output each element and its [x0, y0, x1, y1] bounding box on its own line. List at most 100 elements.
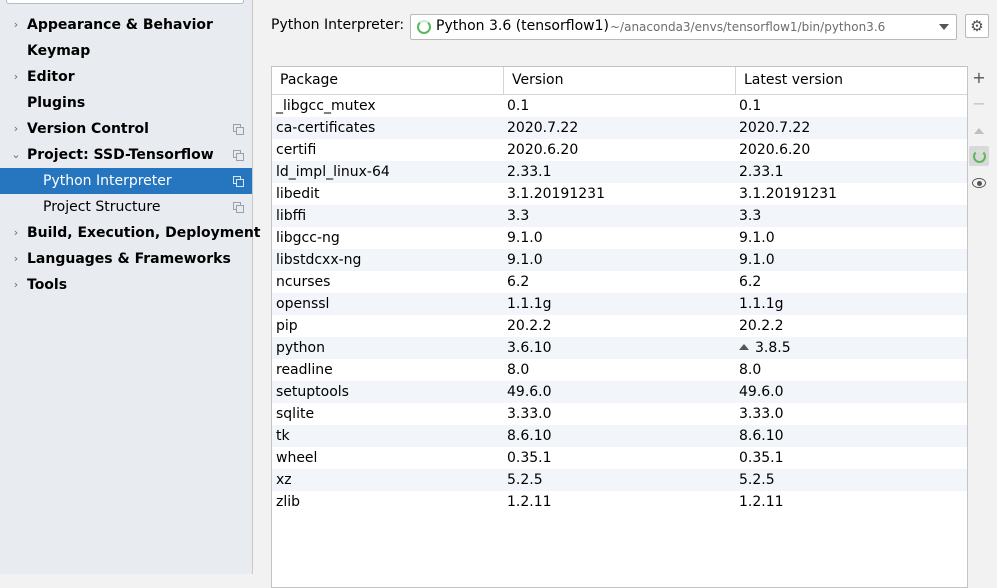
table-row[interactable]: libffi 3.3 3.3 — [272, 205, 967, 227]
package-name-cell-text: wheel — [276, 450, 318, 466]
sidebar-item-editor[interactable]: › Editor — [0, 64, 252, 90]
version-cell-text: 49.6.0 — [507, 384, 552, 400]
table-row[interactable]: readline 8.0 8.0 — [272, 359, 967, 381]
chevron-right-icon[interactable]: › — [10, 272, 22, 298]
chevron-right-icon[interactable]: › — [10, 64, 22, 90]
package-name-cell-text: ncurses — [276, 274, 331, 290]
latest-version-cell-text: 9.1.0 — [739, 230, 775, 246]
table-row[interactable]: certifi 2020.6.20 2020.6.20 — [272, 139, 967, 161]
latest-version-cell: 8.0 — [739, 359, 761, 381]
package-toolbar: + − — [966, 66, 992, 586]
latest-version-cell-text: 1.1.1g — [739, 296, 784, 312]
latest-version-cell-text: 3.1.20191231 — [739, 186, 837, 202]
latest-version-cell-text: 2020.6.20 — [739, 142, 811, 158]
sidebar-item-version-control[interactable]: › Version Control — [0, 116, 252, 142]
table-row[interactable]: ld_impl_linux-64 2.33.1 2.33.1 — [272, 161, 967, 183]
minus-icon: − — [972, 94, 986, 113]
sidebar-item-label: Keymap — [27, 43, 91, 59]
table-row[interactable]: libstdcxx-ng 9.1.0 9.1.0 — [272, 249, 967, 271]
sidebar-item-tools[interactable]: › Tools — [0, 272, 252, 298]
version-cell-text: 3.3 — [507, 208, 530, 224]
chevron-down-icon[interactable]: ⌄ — [10, 142, 22, 168]
version-cell: 3.1.20191231 — [507, 183, 605, 205]
refresh-packages-button[interactable] — [969, 146, 989, 166]
package-table: Package Version Latest version _libgcc_m… — [271, 66, 968, 588]
loading-spinner-icon — [417, 20, 431, 34]
install-package-button[interactable]: + — [969, 68, 989, 88]
version-cell-text: 8.6.10 — [507, 428, 552, 444]
version-cell: 8.0 — [507, 359, 529, 381]
plus-icon: + — [972, 68, 986, 87]
package-name-cell: wheel — [276, 447, 317, 469]
version-cell: 3.6.10 — [507, 337, 552, 359]
version-cell: 3.33.0 — [507, 403, 552, 425]
column-header-latest-version[interactable]: Latest version — [735, 67, 968, 94]
package-name-cell-text: openssl — [276, 296, 330, 312]
column-header-version[interactable]: Version — [503, 67, 735, 94]
version-cell-text: 1.2.11 — [507, 494, 552, 510]
table-row[interactable]: zlib 1.2.11 1.2.11 — [272, 491, 967, 513]
sidebar-item-plugins[interactable]: Plugins — [0, 90, 252, 116]
table-row[interactable]: ca-certificates 2020.7.22 2020.7.22 — [272, 117, 967, 139]
version-cell-text: 3.33.0 — [507, 406, 552, 422]
table-row[interactable]: xz 5.2.5 5.2.5 — [272, 469, 967, 491]
sidebar-item-keymap[interactable]: Keymap — [0, 38, 252, 64]
settings-search-input[interactable] — [6, 0, 244, 4]
sidebar-item-project-structure[interactable]: Project Structure — [0, 194, 252, 220]
version-cell-text: 0.1 — [507, 98, 530, 114]
interpreter-select[interactable]: Python 3.6 (tensorflow1) ~/anaconda3/env… — [410, 14, 957, 40]
version-cell: 20.2.2 — [507, 315, 552, 337]
interpreter-settings-button[interactable]: ⚙ — [965, 14, 989, 38]
latest-version-cell: 6.2 — [739, 271, 761, 293]
latest-version-cell: 8.6.10 — [739, 425, 784, 447]
table-row[interactable]: libgcc-ng 9.1.0 9.1.0 — [272, 227, 967, 249]
latest-version-cell-text: 20.2.2 — [739, 318, 784, 334]
table-row[interactable]: libedit 3.1.20191231 3.1.20191231 — [272, 183, 967, 205]
table-row[interactable]: python 3.6.10 3.8.5 — [272, 337, 967, 359]
package-name-cell-text: zlib — [276, 494, 301, 510]
version-cell: 6.2 — [507, 271, 529, 293]
version-cell-text: 20.2.2 — [507, 318, 552, 334]
latest-version-cell-text: 49.6.0 — [739, 384, 784, 400]
version-cell-text: 1.1.1g — [507, 296, 552, 312]
show-early-releases-button[interactable] — [969, 172, 989, 192]
table-row[interactable]: sqlite 3.33.0 3.33.0 — [272, 403, 967, 425]
package-name-cell-text: ca-certificates — [276, 120, 376, 136]
version-cell: 2.33.1 — [507, 161, 552, 183]
latest-version-cell-text: 3.8.5 — [755, 340, 791, 356]
version-cell-text: 6.2 — [507, 274, 530, 290]
package-name-cell: certifi — [276, 139, 316, 161]
table-row[interactable]: _libgcc_mutex 0.1 0.1 — [272, 95, 967, 117]
chevron-right-icon[interactable]: › — [10, 12, 22, 38]
sidebar-item-label: Build, Execution, Deployment — [27, 225, 261, 241]
sidebar-item-project-ssd-tensorflow[interactable]: ⌄ Project: SSD-Tensorflow — [0, 142, 252, 168]
sidebar-item-build-execution-deployment[interactable]: › Build, Execution, Deployment — [0, 220, 261, 246]
latest-version-cell: 3.3 — [739, 205, 761, 227]
sidebar-item-appearance-behavior[interactable]: › Appearance & Behavior — [0, 12, 252, 38]
sidebar-item-label: Editor — [27, 69, 75, 85]
latest-version-cell-text: 2.33.1 — [739, 164, 784, 180]
table-row[interactable]: pip 20.2.2 20.2.2 — [272, 315, 967, 337]
package-name-cell-text: readline — [276, 362, 333, 378]
uninstall-package-button[interactable]: − — [969, 94, 989, 114]
package-name-cell: readline — [276, 359, 333, 381]
chevron-right-icon[interactable]: › — [10, 246, 22, 272]
package-name-cell-text: pip — [276, 318, 298, 334]
package-name-cell-text: certifi — [276, 142, 317, 158]
version-cell: 8.6.10 — [507, 425, 552, 447]
sidebar-item-python-interpreter[interactable]: Python Interpreter — [0, 168, 252, 194]
table-row[interactable]: openssl 1.1.1g 1.1.1g — [272, 293, 967, 315]
chevron-down-icon — [939, 24, 949, 30]
table-row[interactable]: wheel 0.35.1 0.35.1 — [272, 447, 967, 469]
table-row[interactable]: ncurses 6.2 6.2 — [272, 271, 967, 293]
chevron-right-icon[interactable]: › — [10, 116, 22, 142]
upgrade-package-button[interactable] — [969, 120, 989, 140]
version-cell: 0.35.1 — [507, 447, 552, 469]
column-header-package[interactable]: Package — [280, 67, 338, 94]
chevron-right-icon[interactable]: › — [10, 220, 22, 246]
sidebar-item-languages-frameworks[interactable]: › Languages & Frameworks — [0, 246, 252, 272]
version-cell: 3.3 — [507, 205, 529, 227]
table-row[interactable]: setuptools 49.6.0 49.6.0 — [272, 381, 967, 403]
table-row[interactable]: tk 8.6.10 8.6.10 — [272, 425, 967, 447]
latest-version-cell: 1.2.11 — [739, 491, 784, 513]
